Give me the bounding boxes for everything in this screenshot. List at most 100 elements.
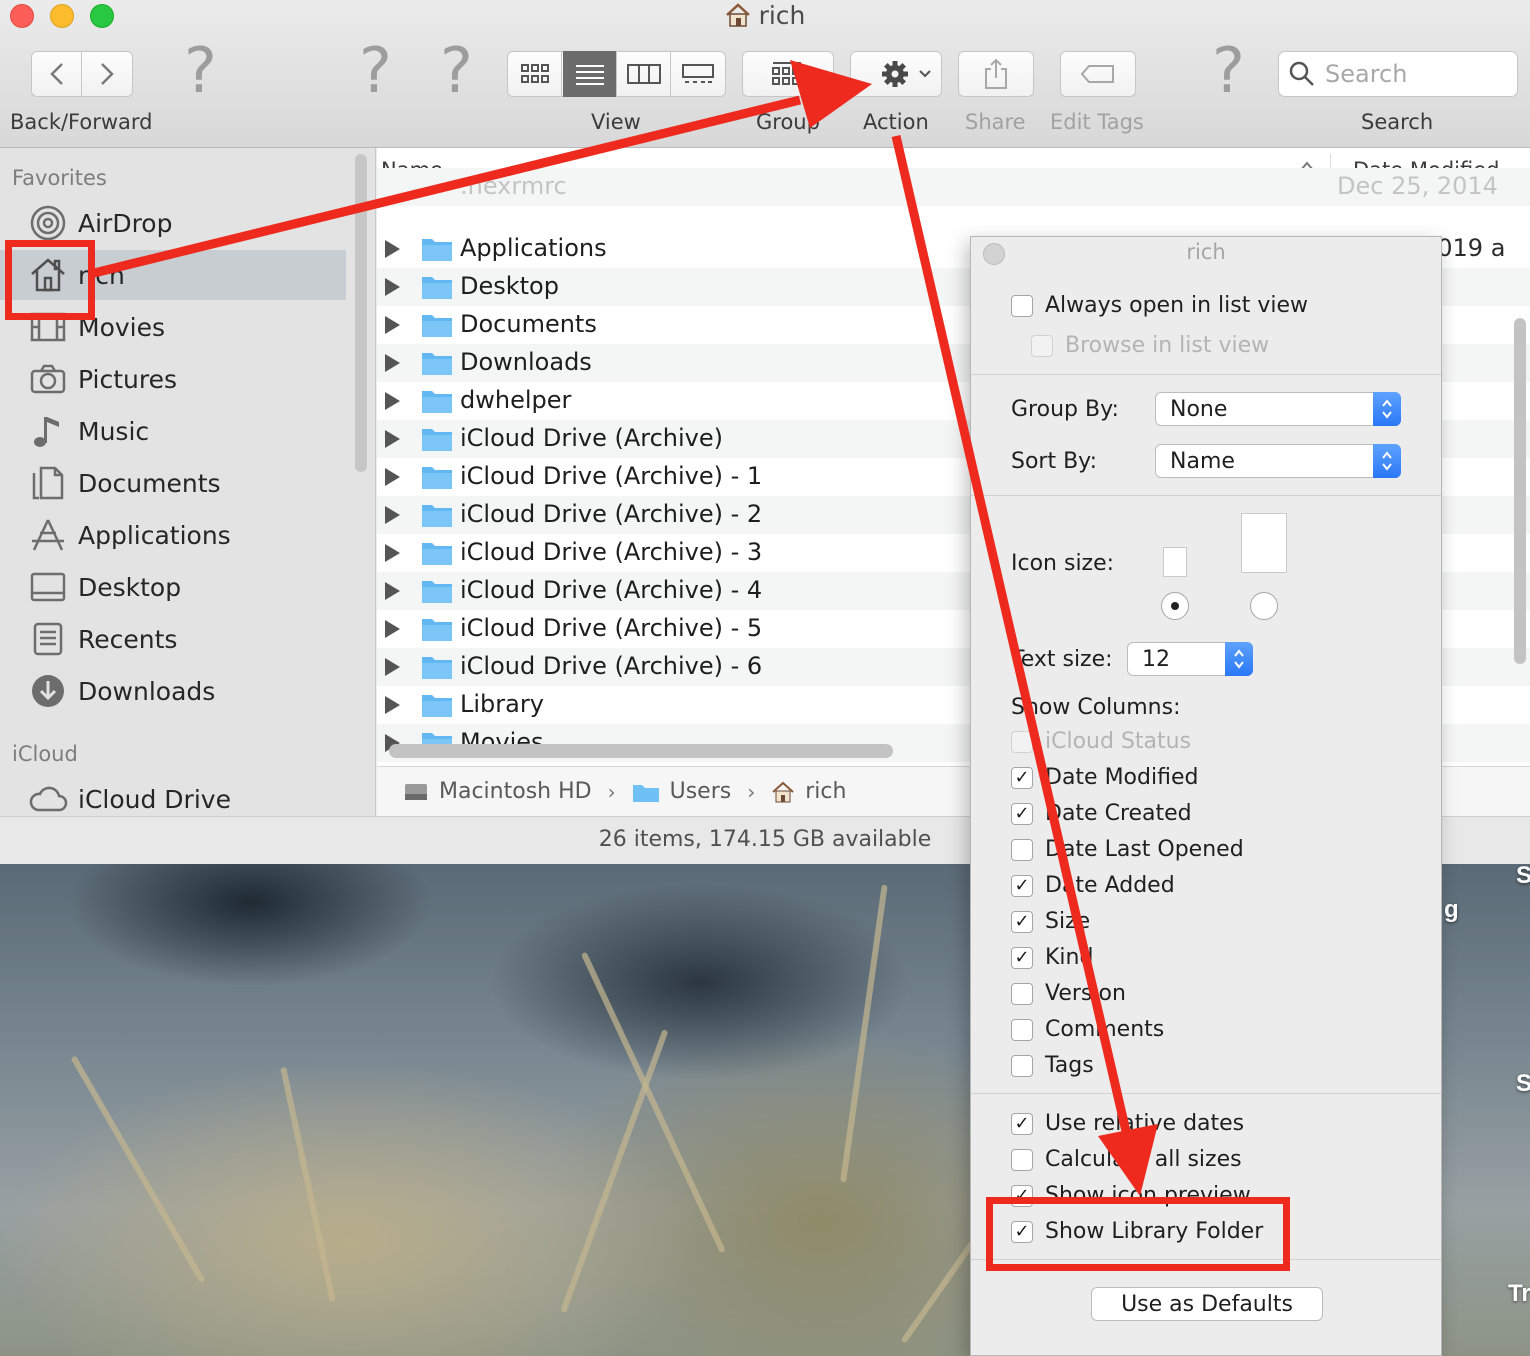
file-name: iCloud Drive (Archive) - 4 [460, 576, 763, 604]
back-forward-control[interactable] [31, 51, 133, 97]
disclosure-triangle-icon[interactable] [385, 582, 400, 600]
window-title-text: rich [758, 1, 806, 30]
question-mark-icon[interactable]: ? [1212, 40, 1245, 102]
sidebar-item-label: AirDrop [78, 208, 173, 238]
sidebar-scrollbar[interactable] [355, 154, 367, 472]
show-column-checkbox[interactable]: ✓ Kind [1011, 945, 1093, 970]
sidebar-item-documents[interactable]: Documents [0, 458, 346, 508]
gallery-view-icon [682, 64, 714, 83]
sidebar-item-downloads[interactable]: Downloads [0, 666, 346, 716]
folder-icon [422, 505, 452, 527]
search-input[interactable]: Search [1278, 51, 1518, 97]
question-mark-icon[interactable]: ? [440, 40, 473, 102]
show-column-checkbox[interactable]: ✓ Date Added [1011, 873, 1175, 898]
show-column-checkbox[interactable]: iCloud Status [1011, 729, 1191, 754]
use-as-defaults-button[interactable]: Use as Defaults [1091, 1287, 1323, 1321]
group-by-select[interactable]: None [1155, 392, 1401, 426]
sidebar-item-recents[interactable]: Recents [0, 614, 346, 664]
disclosure-triangle-icon[interactable] [385, 620, 400, 638]
disclosure-triangle-icon[interactable] [385, 658, 400, 676]
browse-list-checkbox[interactable]: Browse in list view [1031, 333, 1269, 358]
desktop-icon-label[interactable]: S [1516, 1070, 1530, 1098]
disclosure-triangle-icon[interactable] [385, 506, 400, 524]
disclosure-triangle-icon[interactable] [385, 278, 400, 296]
sidebar-item-music[interactable]: Music [0, 406, 346, 456]
disclosure-triangle-icon[interactable] [385, 316, 400, 334]
show-column-checkbox[interactable]: Date Last Opened [1011, 837, 1244, 862]
edit-tags-label: Edit Tags [1050, 110, 1144, 134]
view-option-checkbox[interactable]: ✓ Use relative dates [1011, 1111, 1244, 1136]
cloud-icon [28, 779, 68, 816]
vertical-scrollbar[interactable] [1514, 318, 1526, 664]
folder-icon [422, 581, 452, 603]
group-label: Group [756, 110, 820, 134]
file-name: iCloud Drive (Archive) - 6 [460, 652, 763, 680]
divider [971, 495, 1441, 496]
checkbox-label: Always open in list view [1045, 293, 1309, 318]
table-row[interactable]: .nexrmrc Dec 25, 2014 [377, 168, 1530, 206]
list-view-button[interactable] [563, 51, 617, 97]
chevron-right-icon [101, 63, 114, 85]
text-size-value: 12 [1142, 646, 1170, 672]
show-columns-label: Show Columns: [1011, 695, 1181, 720]
desktop-icon-label[interactable]: Tr [1508, 1280, 1530, 1308]
show-column-checkbox[interactable]: Version [1011, 981, 1126, 1006]
disclosure-triangle-icon[interactable] [385, 430, 400, 448]
view-option-checkbox[interactable]: Calculate all sizes [1011, 1147, 1242, 1172]
updown-icon [1373, 444, 1401, 478]
path-item[interactable]: Macintosh HD [439, 779, 592, 804]
checkmark-icon: ✓ [1011, 766, 1033, 789]
share-button[interactable] [958, 51, 1034, 97]
sidebar-item-applications[interactable]: Applications [0, 510, 346, 560]
column-view-button[interactable] [617, 51, 671, 97]
folder-icon [422, 353, 452, 375]
file-name: Library [460, 690, 544, 718]
file-name: iCloud Drive (Archive) - 1 [460, 462, 763, 490]
file-name: Applications [460, 234, 607, 262]
icon-view-button[interactable] [508, 51, 562, 97]
gallery-view-button[interactable] [671, 51, 725, 97]
disclosure-triangle-icon[interactable] [385, 240, 400, 258]
group-button[interactable] [742, 51, 834, 97]
show-column-checkbox[interactable]: ✓ Date Created [1011, 801, 1192, 826]
forward-button[interactable] [82, 52, 132, 96]
disclosure-triangle-icon[interactable] [385, 696, 400, 714]
path-item[interactable]: rich [805, 779, 846, 804]
question-mark-icon[interactable]: ? [184, 40, 217, 102]
desktop-icon-label[interactable]: S [1516, 862, 1530, 890]
camera-icon [28, 359, 68, 399]
text-size-select[interactable]: 12 [1127, 642, 1253, 676]
sidebar-item-desktop[interactable]: Desktop [0, 562, 346, 612]
small-icon-radio[interactable] [1161, 592, 1189, 620]
disclosure-triangle-icon[interactable] [385, 544, 400, 562]
download-icon [28, 671, 68, 711]
folder-icon [422, 657, 452, 679]
show-column-checkbox[interactable]: Comments [1011, 1017, 1164, 1042]
show-column-checkbox[interactable]: ✓ Size [1011, 909, 1090, 934]
airdrop-icon [28, 203, 68, 243]
path-item[interactable]: Users [670, 779, 732, 804]
disclosure-triangle-icon[interactable] [385, 354, 400, 372]
folder-icon [422, 467, 452, 489]
search-icon [1289, 61, 1314, 86]
file-name: Desktop [460, 272, 559, 300]
sidebar-item-pictures[interactable]: Pictures [0, 354, 346, 404]
edit-tags-button[interactable] [1060, 51, 1136, 97]
action-button[interactable] [850, 51, 942, 97]
disclosure-triangle-icon[interactable] [385, 392, 400, 410]
question-mark-icon[interactable]: ? [359, 40, 392, 102]
share-icon [985, 58, 1007, 89]
disclosure-triangle-icon[interactable] [385, 468, 400, 486]
show-column-checkbox[interactable]: ✓ Date Modified [1011, 765, 1198, 790]
large-icon-radio[interactable] [1250, 592, 1278, 620]
horizontal-scrollbar[interactable] [389, 744, 893, 758]
sort-by-select[interactable]: Name [1155, 444, 1401, 478]
always-open-list-checkbox[interactable]: Always open in list view [1011, 293, 1308, 318]
gear-icon [882, 61, 931, 87]
back-button[interactable] [32, 52, 82, 96]
show-column-checkbox[interactable]: Tags [1011, 1053, 1094, 1078]
desktop-icon-label[interactable]: g [1444, 896, 1459, 924]
checkbox-label: Date Last Opened [1045, 837, 1244, 862]
sidebar-item-icloud-drive[interactable]: iCloud Drive [0, 774, 346, 816]
folder-icon [422, 277, 452, 299]
